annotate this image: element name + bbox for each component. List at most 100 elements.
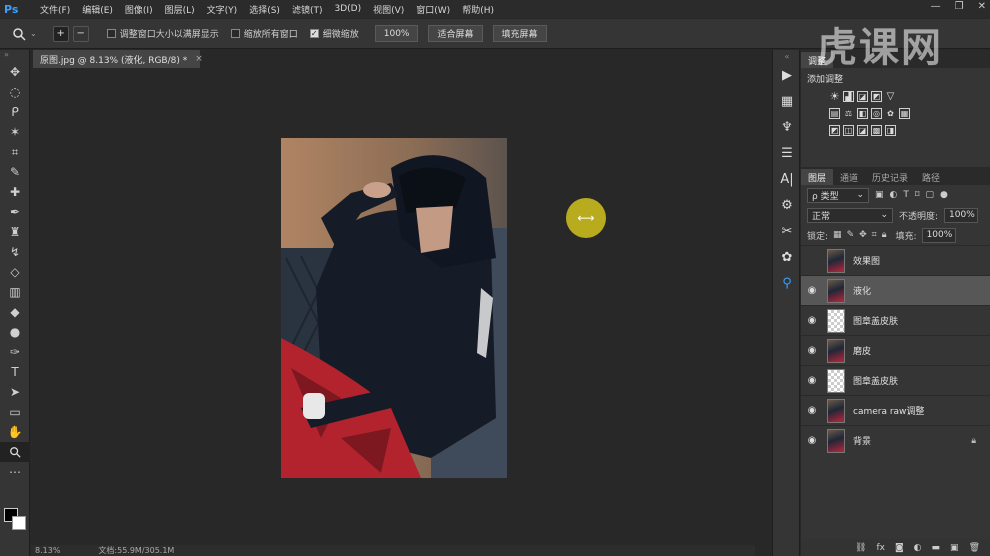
add-mask-icon[interactable]: ◙ (895, 543, 904, 553)
gradient-tool-icon[interactable]: ▥ (0, 282, 30, 302)
opacity-field[interactable]: 100% (944, 207, 979, 223)
visibility-eye-icon[interactable]: ◉ (801, 435, 823, 446)
fill-field[interactable]: 100% (921, 227, 956, 243)
layer-row[interactable]: ◉ 磨皮 (801, 335, 990, 365)
scissors-icon[interactable]: ✂ (773, 218, 801, 244)
menu-filter[interactable]: 滤镜(T) (286, 3, 329, 16)
background-color[interactable] (12, 516, 26, 530)
new-adjustment-icon[interactable]: ◐ (914, 543, 922, 553)
brush-tool-icon[interactable]: ✒ (0, 202, 30, 222)
hand-tool-icon[interactable]: ✋ (0, 422, 30, 442)
zoom-100-button[interactable]: 100% (374, 25, 419, 42)
character-icon[interactable]: A| (773, 166, 801, 192)
smart-filter-icon[interactable]: ▢ (926, 190, 935, 200)
zoom-out-icon[interactable]: − (72, 25, 89, 42)
lock-artboard-icon[interactable]: ⌗ (872, 230, 877, 240)
link-layers-icon[interactable]: ⛓ (855, 543, 866, 553)
history-brush-icon[interactable]: ↯ (0, 242, 30, 262)
adjustment-filter-icon[interactable]: ◐ (890, 190, 898, 200)
shape-filter-icon[interactable]: ⌑ (915, 190, 920, 200)
fill-screen-button[interactable]: 填充屏幕 (492, 25, 547, 42)
color-balance-icon[interactable]: ⚖ (843, 108, 854, 119)
black-white-icon[interactable]: ◧ (857, 108, 868, 119)
tool-presets-icon[interactable]: ⚙ (773, 192, 801, 218)
visibility-eye-icon[interactable]: ◉ (801, 375, 823, 386)
menu-image[interactable]: 图像(I) (119, 3, 159, 16)
menu-file[interactable]: 文件(F) (34, 3, 76, 16)
lock-all-icon[interactable]: 🔒︎ (882, 230, 887, 240)
photo-filter-icon[interactable]: ◎ (871, 108, 882, 119)
menu-window[interactable]: 窗口(W) (410, 3, 456, 16)
document-image[interactable] (281, 138, 507, 478)
resize-windows-checkbox[interactable]: 调整窗口大小以满屏显示 (106, 27, 219, 40)
healing-brush-icon[interactable]: ✚ (0, 182, 30, 202)
color-lookup-icon[interactable]: ▦ (899, 108, 910, 119)
levels-icon[interactable]: ▟ (843, 91, 854, 102)
menu-3d[interactable]: 3D(D) (328, 4, 367, 14)
visibility-eye-icon[interactable]: ◉ (801, 345, 823, 356)
zoom-tool-icon[interactable] (0, 442, 30, 462)
visibility-eye-icon[interactable]: ◉ (801, 255, 823, 266)
histogram-icon[interactable]: ▦ (773, 88, 801, 114)
layer-row[interactable]: ◉ 背景 🔒︎ (801, 425, 990, 455)
color-swatches[interactable] (4, 508, 28, 532)
tab-history[interactable]: 历史记录 (865, 169, 915, 185)
dodge-tool-icon[interactable]: ● (0, 322, 30, 342)
layer-row[interactable]: ◉ 效果图 (801, 245, 990, 275)
brush-settings-icon[interactable]: ♆ (773, 114, 801, 140)
crop-tool-icon[interactable]: ⌗ (0, 142, 30, 162)
lock-pixels-icon[interactable]: ✎ (847, 230, 855, 240)
document-tab[interactable]: 原图.jpg @ 8.13% (液化, RGB/8) * × (33, 50, 203, 68)
visibility-eye-icon[interactable]: ◉ (801, 315, 823, 326)
tab-layers[interactable]: 图层 (801, 169, 834, 185)
menu-view[interactable]: 视图(V) (367, 3, 410, 16)
layer-row[interactable]: ◉ camera raw调整 (801, 395, 990, 425)
fit-screen-button[interactable]: 适合屏幕 (428, 25, 483, 42)
type-filter-icon[interactable]: T (903, 190, 909, 200)
scrubby-zoom-checkbox[interactable]: ✓ 细微缩放 (309, 27, 359, 40)
zoom-status[interactable]: 8.13% (35, 546, 60, 555)
type-tool-icon[interactable]: T (0, 362, 30, 382)
properties-icon[interactable]: ☰ (773, 140, 801, 166)
menu-select[interactable]: 选择(S) (243, 3, 286, 16)
layer-row[interactable]: ◉ 图章盖皮肤 (801, 305, 990, 335)
minimize-button[interactable]: — (931, 1, 941, 12)
exposure-icon[interactable]: ◩ (871, 91, 882, 102)
move-tool-icon[interactable]: ✥ (0, 62, 30, 82)
invert-icon[interactable]: ◩ (829, 125, 840, 136)
blur-tool-icon[interactable]: ◆ (0, 302, 30, 322)
close-window-button[interactable]: ✕ (978, 1, 986, 12)
posterize-icon[interactable]: ◫ (843, 125, 854, 136)
zoom-in-icon[interactable]: + (52, 25, 69, 42)
hue-saturation-icon[interactable]: ▤ (829, 108, 840, 119)
tab-paths[interactable]: 路径 (915, 169, 947, 185)
filter-toggle-icon[interactable]: ● (940, 190, 948, 200)
info-icon[interactable]: ⚲ (773, 270, 801, 296)
close-tab-icon[interactable]: × (195, 54, 203, 64)
eraser-icon[interactable]: ◇ (0, 262, 30, 282)
gradient-map-icon[interactable]: ▩ (871, 125, 882, 136)
menu-layer[interactable]: 图层(L) (159, 3, 201, 16)
layer-row[interactable]: ◉ 液化 (801, 275, 990, 305)
layer-row[interactable]: ◉ 图章盖皮肤 (801, 365, 990, 395)
eyedropper-icon[interactable]: ✎ (0, 162, 30, 182)
rectangle-tool-icon[interactable]: ▭ (0, 402, 30, 422)
visibility-eye-icon[interactable]: ◉ (801, 405, 823, 416)
path-select-icon[interactable]: ➤ (0, 382, 30, 402)
restore-button[interactable]: ❐ (955, 1, 964, 12)
lock-position-icon[interactable]: ✥ (859, 230, 867, 240)
pixel-filter-icon[interactable]: ▣ (875, 190, 884, 200)
toolbar-grip[interactable]: » (0, 50, 29, 62)
lasso-tool-icon[interactable]: ᑭ (0, 102, 30, 122)
menu-help[interactable]: 帮助(H) (456, 3, 500, 16)
blend-mode-select[interactable]: 正常 ⌄ (807, 207, 893, 223)
channel-mixer-icon[interactable]: ✿ (885, 108, 896, 119)
delete-layer-icon[interactable]: 🗑︎ (969, 543, 980, 553)
new-group-icon[interactable]: ▬ (932, 543, 941, 553)
tool-preset-chevron-icon[interactable]: ⌄ (30, 29, 37, 38)
selective-color-icon[interactable]: ◨ (885, 125, 896, 136)
curves-icon[interactable]: ◪ (857, 91, 868, 102)
marquee-tool-icon[interactable]: ◌ (0, 82, 30, 102)
layer-kind-filter[interactable]: ρ 类型 ⌄ (807, 187, 869, 203)
clone-stamp-icon[interactable]: ♜ (0, 222, 30, 242)
